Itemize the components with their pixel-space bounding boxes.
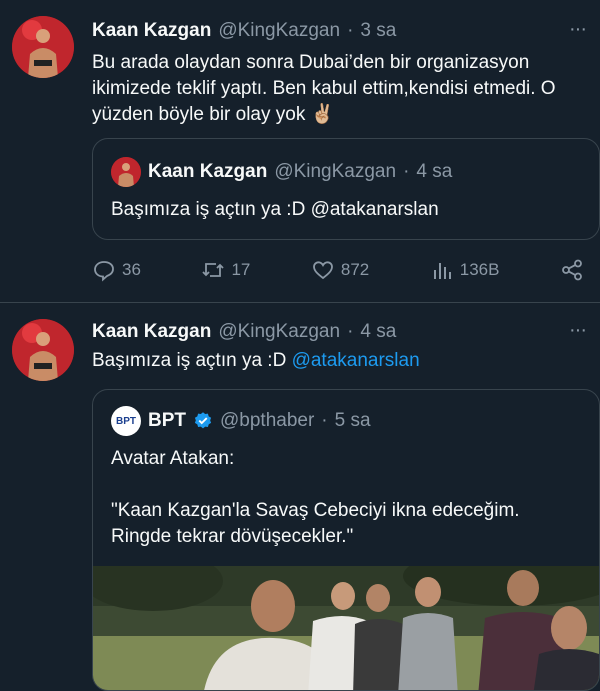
author-name: BPT: [148, 410, 186, 431]
views-icon: [433, 263, 451, 279]
like-button[interactable]: 872: [311, 258, 369, 282]
quoted-tweet-text: Başımıza iş açtın ya :D @atakanarslan: [111, 199, 439, 220]
share-icon: [562, 259, 582, 281]
author-name[interactable]: Kaan Kazgan: [92, 20, 211, 42]
share-button[interactable]: [560, 258, 584, 282]
author-name[interactable]: Kaan Kazgan: [92, 321, 211, 343]
quoted-tweet-line-2: "Kaan Kazgan'la Savaş Cebeciyi ikna edec…: [111, 500, 520, 547]
author-handle: @KingKazgan: [274, 161, 397, 182]
tweet-1[interactable]: Kaan Kazgan @KingKazgan · 3 sa ··· Bu ar…: [0, 0, 600, 302]
avatar: [111, 157, 141, 187]
views-count: 136B: [459, 260, 500, 279]
reply-button[interactable]: 36: [92, 258, 141, 282]
quoted-tweet-header: BPT BPT @bpthaber · 5 sa: [111, 406, 371, 436]
separator-dot: ·: [347, 321, 354, 342]
quoted-tweet-line-1: Avatar Atakan:: [111, 448, 235, 469]
verified-badge-icon: [194, 412, 212, 429]
avatar[interactable]: [12, 319, 74, 381]
more-icon[interactable]: ···: [569, 19, 587, 39]
quoted-tweet[interactable]: Kaan Kazgan @KingKazgan · 4 sa Başımıza …: [92, 138, 600, 240]
retweet-button[interactable]: 17: [201, 258, 250, 282]
more-icon[interactable]: ···: [569, 320, 587, 340]
mention-link[interactable]: @atakanarslan: [292, 350, 420, 371]
separator-dot: ·: [321, 410, 328, 431]
timestamp[interactable]: 3 sa: [360, 20, 396, 42]
tweet-header: Kaan Kazgan @KingKazgan · 3 sa: [92, 20, 396, 42]
bpt-logo: BPT: [116, 415, 136, 427]
author-handle[interactable]: @KingKazgan: [218, 321, 340, 343]
author-name: Kaan Kazgan: [148, 161, 268, 182]
timestamp[interactable]: 4 sa: [360, 321, 396, 343]
avatar[interactable]: [12, 16, 74, 78]
like-count: 872: [340, 260, 370, 279]
views-button[interactable]: 136B: [430, 258, 500, 282]
timestamp: 5 sa: [334, 410, 371, 431]
quoted-tweet[interactable]: BPT BPT @bpthaber · 5 sa Avatar Atakan: …: [92, 389, 600, 691]
tweet-text-body: Başımıza iş açtın ya :D: [92, 350, 292, 371]
tweet-actions: 36 17 872 136B: [92, 258, 584, 282]
reply-count: 36: [122, 260, 141, 279]
separator-dot: ·: [403, 161, 410, 182]
tweet-text: Başımıza iş açtın ya :D @atakanarslan: [92, 348, 592, 374]
tweet-text: Bu arada olaydan sonra Dubai’den bir org…: [92, 52, 556, 125]
tweet-header: Kaan Kazgan @KingKazgan · 4 sa: [92, 321, 396, 343]
quoted-tweet-header: Kaan Kazgan @KingKazgan · 4 sa: [111, 157, 452, 187]
tweet-2[interactable]: Kaan Kazgan @KingKazgan · 4 sa ··· Başım…: [0, 303, 600, 691]
reply-icon: [94, 261, 114, 282]
timestamp: 4 sa: [416, 161, 453, 182]
separator-dot: ·: [347, 20, 354, 41]
avatar: BPT: [111, 406, 141, 436]
author-handle: @bpthaber: [220, 410, 315, 431]
heart-icon: [312, 261, 333, 280]
author-handle[interactable]: @KingKazgan: [218, 20, 340, 42]
quoted-tweet-media[interactable]: [93, 566, 599, 690]
retweet-icon: [202, 263, 225, 277]
retweet-count: 17: [231, 260, 251, 279]
